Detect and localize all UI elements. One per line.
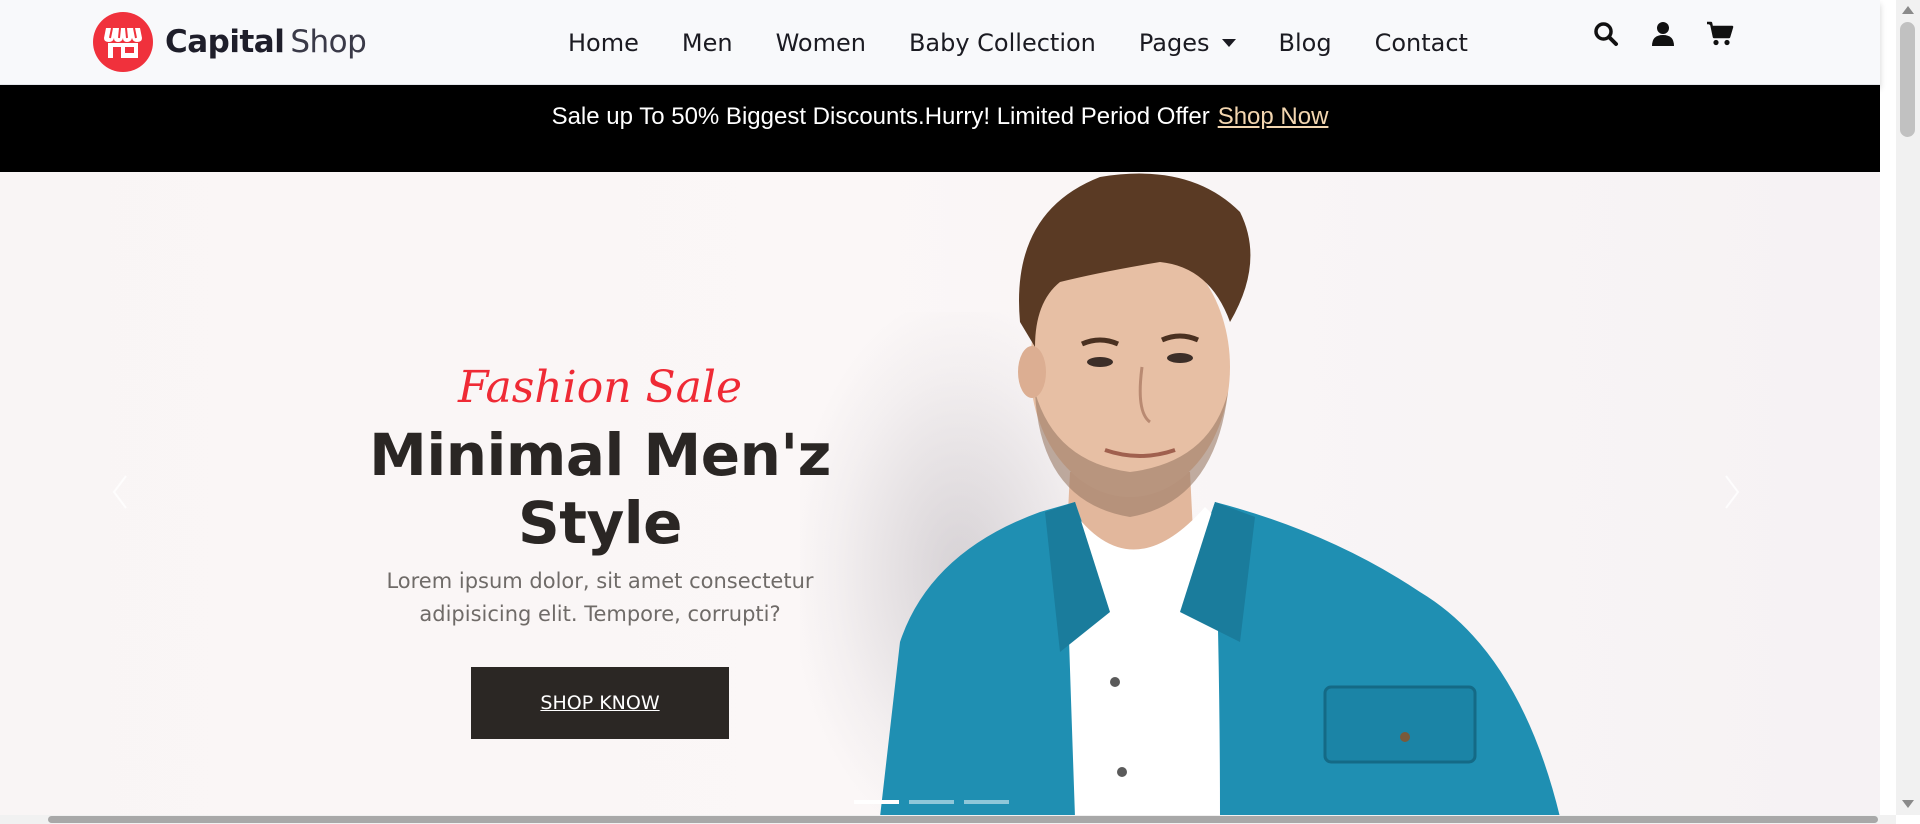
search-icon[interactable]	[1590, 18, 1622, 50]
hero-carousel: Fashion Sale Minimal Men'z Style Lorem i…	[0, 172, 1880, 817]
nav-blog[interactable]: Blog	[1279, 29, 1332, 57]
hero-title: Minimal Men'z Style	[369, 421, 831, 557]
carousel-next-button[interactable]	[1720, 472, 1760, 512]
nav-pages-label: Pages	[1138, 28, 1210, 57]
scroll-up-icon[interactable]	[1902, 6, 1914, 14]
hero-content: Fashion Sale Minimal Men'z Style Lorem i…	[310, 362, 890, 739]
nav-pages[interactable]: Pages	[1139, 29, 1236, 57]
nav-home[interactable]: Home	[568, 29, 639, 57]
hero-model-image	[880, 173, 1560, 817]
brand-name: Capital Shop	[165, 24, 367, 60]
cart-icon[interactable]	[1704, 18, 1736, 50]
site-header: Capital Shop Home Men Women Baby Collecti…	[0, 0, 1880, 85]
brand-logo[interactable]: Capital Shop	[93, 12, 367, 72]
header-icons	[1590, 18, 1761, 50]
hero-description: Lorem ipsum dolor, sit amet consectetur …	[386, 569, 814, 626]
shop-icon	[93, 12, 153, 72]
carousel-prev-button[interactable]	[108, 472, 148, 512]
carousel-indicator[interactable]	[964, 800, 1009, 804]
brand-name-bold: Capital	[165, 24, 285, 60]
carousel-indicator[interactable]	[909, 800, 954, 804]
nav-men[interactable]: Men	[682, 29, 733, 57]
vertical-scrollbar[interactable]	[1896, 0, 1920, 815]
user-icon[interactable]	[1647, 18, 1679, 50]
brand-name-light: Shop	[290, 24, 367, 60]
main-nav: Home Men Women Baby Collection Pages Blo…	[568, 0, 1511, 85]
promo-shop-now-link[interactable]: Shop Now	[1218, 103, 1329, 172]
scroll-down-icon[interactable]	[1902, 800, 1914, 808]
carousel-indicator[interactable]	[854, 800, 899, 804]
carousel-indicators	[854, 800, 1019, 804]
scrollbar-thumb[interactable]	[1900, 22, 1915, 137]
promo-bar: Sale up To 50% Biggest Discounts.Hurry! …	[0, 85, 1880, 172]
chevron-down-icon	[1221, 38, 1236, 47]
shop-know-button[interactable]: SHOP KNOW	[471, 667, 729, 739]
horizontal-scrollbar[interactable]	[0, 815, 1896, 824]
hero-kicker: Fashion Sale	[457, 362, 743, 413]
nav-contact[interactable]: Contact	[1375, 29, 1468, 57]
page-gutter	[1880, 0, 1896, 815]
nav-baby-collection[interactable]: Baby Collection	[909, 29, 1096, 57]
scrollbar-thumb[interactable]	[48, 816, 1878, 823]
promo-text: Sale up To 50% Biggest Discounts.Hurry! …	[551, 103, 1210, 130]
nav-women[interactable]: Women	[776, 29, 866, 57]
